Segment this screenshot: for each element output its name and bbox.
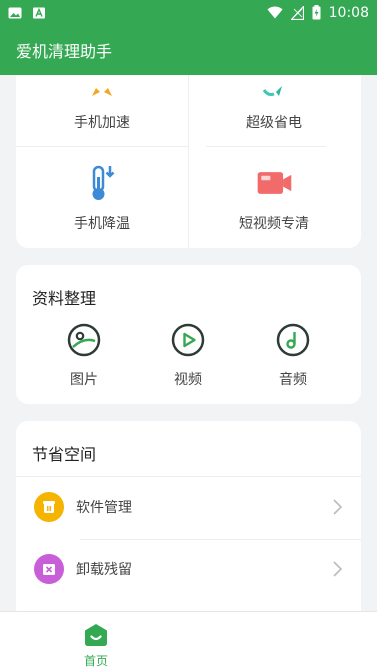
space-card-title: 节省空间: [32, 445, 97, 464]
row-app-manager[interactable]: 软件管理: [16, 478, 361, 536]
rocket-icon: [82, 75, 122, 102]
image-notification-icon: [8, 7, 22, 18]
file-label: 图片: [70, 372, 98, 388]
status-bar: 10:08: [0, 0, 377, 25]
bottom-nav: 首页: [0, 611, 377, 670]
wifi-icon: [267, 6, 283, 19]
row-label: 软件管理: [76, 500, 132, 516]
thermometer-icon: [82, 163, 122, 203]
nav-home[interactable]: 首页: [68, 622, 124, 669]
signal-icon: [290, 5, 304, 20]
image-icon: [67, 323, 101, 357]
file-label: 音频: [279, 372, 307, 388]
files-card-title: 资料整理: [32, 289, 97, 308]
music-icon: [276, 323, 310, 357]
file-label: 视频: [174, 372, 202, 388]
row-label: 卸载残留: [76, 562, 132, 578]
play-icon: [171, 323, 205, 357]
file-images[interactable]: 图片: [49, 323, 119, 389]
tool-phone-cooling[interactable]: 手机降温: [16, 146, 188, 247]
app-notification-icon: [33, 7, 45, 18]
app-title: 爱机清理助手: [16, 42, 113, 61]
app-bar: 爱机清理助手: [0, 25, 377, 75]
file-videos[interactable]: 视频: [153, 323, 223, 389]
tool-label: 手机加速: [74, 115, 130, 131]
file-audio[interactable]: 音频: [258, 323, 328, 389]
row-uninstall-residue[interactable]: 卸载残留: [16, 540, 361, 598]
divider: [16, 476, 361, 477]
tool-phone-boost[interactable]: 手机加速: [16, 75, 188, 146]
uninstall-residue-icon: [34, 554, 64, 584]
battery-saver-icon: [254, 75, 294, 102]
home-icon: [85, 624, 107, 646]
tools-card: 手机加速 超级省电 手机降温 短视频专清: [16, 75, 361, 248]
status-time: 10:08: [328, 4, 369, 21]
nav-home-label: 首页: [83, 654, 108, 668]
tool-label: 短视频专清: [239, 216, 309, 232]
chevron-right-icon: [333, 499, 343, 515]
app-manager-icon: [34, 492, 64, 522]
tool-short-video-clean[interactable]: 短视频专清: [188, 146, 360, 247]
tool-battery-saver[interactable]: 超级省电: [188, 75, 360, 146]
chevron-right-icon: [333, 561, 343, 577]
battery-icon: [312, 5, 321, 20]
tool-label: 手机降温: [74, 216, 130, 232]
main-content[interactable]: 手机加速 超级省电 手机降温 短视频专清 资料整理 图片 视频 音频 节省空间 …: [0, 75, 377, 611]
video-camera-icon: [254, 163, 294, 203]
tool-label: 超级省电: [246, 115, 302, 131]
files-card: 资料整理 图片 视频 音频: [16, 265, 361, 404]
space-card: 节省空间 软件管理 卸载残留: [16, 421, 361, 611]
